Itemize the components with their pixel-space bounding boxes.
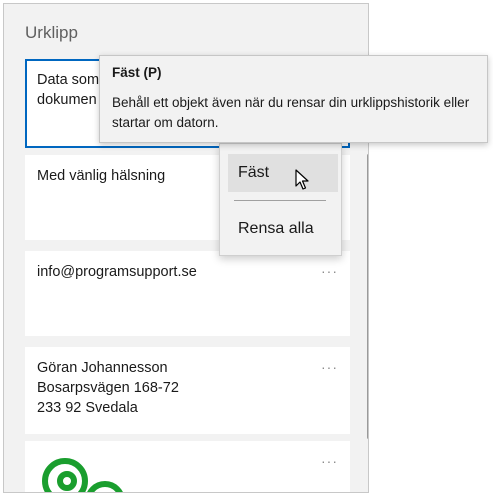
clipboard-item-4[interactable]: Göran Johannesson Bosarpsvägen 168-72 23… [25, 347, 350, 434]
menu-item-pin[interactable]: Fäst [228, 154, 338, 192]
menu-separator [234, 200, 326, 201]
tooltip: Fäst (P) Behåll ett objekt även när du r… [99, 55, 488, 143]
panel-title: Urklipp [25, 23, 78, 42]
tooltip-title: Fäst (P) [112, 65, 162, 80]
item-text-line: Göran Johannesson [37, 360, 168, 376]
item-text-line: 233 92 Svedala [37, 400, 138, 416]
item-text-line: info@programsupport.se [37, 264, 197, 280]
mouse-cursor-icon [295, 169, 309, 190]
tooltip-body: Behåll ett objekt även när du rensar din… [112, 95, 470, 130]
clipboard-item-5[interactable]: ··· [25, 441, 350, 492]
context-menu: Fäst Rensa alla [219, 143, 342, 256]
clipboard-item-3[interactable]: info@programsupport.se ··· [25, 251, 350, 336]
green-at-logo-icon [42, 458, 123, 492]
item-text-line: Bosarpsvägen 168-72 [37, 380, 179, 396]
more-options-icon[interactable]: ··· [321, 261, 338, 281]
more-options-icon[interactable]: ··· [321, 357, 338, 377]
menu-item-clear-all[interactable]: Rensa alla [228, 210, 338, 248]
more-options-icon[interactable]: ··· [321, 451, 338, 471]
scrollbar[interactable] [367, 154, 368, 439]
